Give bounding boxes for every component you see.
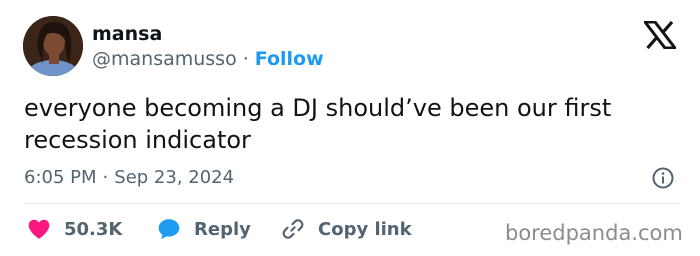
link-icon bbox=[280, 216, 306, 242]
tweet-date: Sep 23, 2024 bbox=[114, 167, 235, 188]
info-icon[interactable] bbox=[651, 166, 675, 190]
speech-bubble-icon bbox=[156, 216, 182, 242]
follow-button[interactable]: Follow bbox=[255, 48, 324, 70]
x-logo-icon[interactable] bbox=[641, 20, 679, 50]
author-handle[interactable]: @mansamusso bbox=[92, 48, 237, 70]
avatar-image bbox=[23, 16, 83, 76]
reply-label: Reply bbox=[194, 218, 251, 240]
like-count: 50.3K bbox=[64, 218, 123, 240]
copy-link-button[interactable]: Copy link bbox=[280, 216, 412, 242]
reply-button[interactable]: Reply bbox=[156, 216, 251, 242]
tweet-timestamp[interactable]: 6:05 PM · Sep 23, 2024 bbox=[24, 166, 234, 190]
divider bbox=[24, 203, 679, 204]
copy-link-label: Copy link bbox=[318, 218, 412, 240]
like-button[interactable]: 50.3K bbox=[26, 216, 122, 242]
timestamp-separator: · bbox=[102, 167, 109, 188]
avatar[interactable] bbox=[23, 16, 83, 76]
author-handle-row: @mansamusso · Follow bbox=[92, 47, 324, 71]
author-name[interactable]: mansa bbox=[92, 22, 162, 46]
tweet-text: everyone becoming a DJ should’ve been ou… bbox=[24, 94, 612, 154]
heart-icon bbox=[26, 216, 52, 242]
handle-separator: · bbox=[242, 48, 249, 70]
watermark: boredpanda.com bbox=[505, 221, 683, 245]
tweet-time: 6:05 PM bbox=[24, 167, 97, 188]
